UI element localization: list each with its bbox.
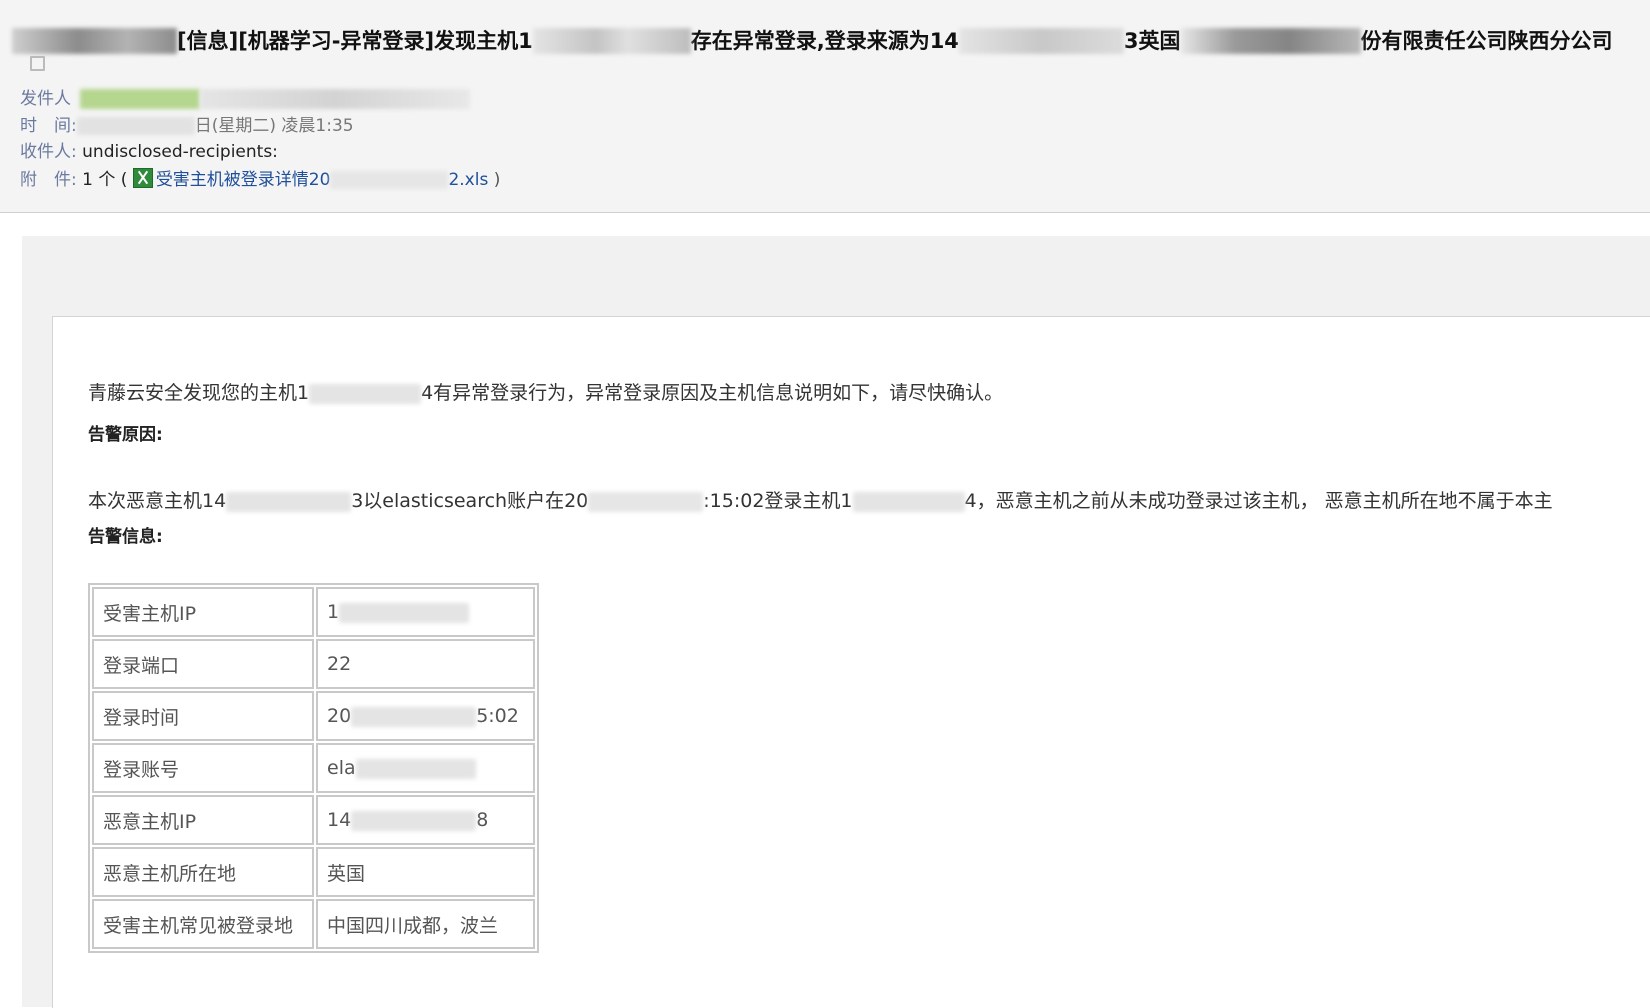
intro-suffix: 4有异常登录行为，异常登录原因及主机信息说明如下，请尽快确认。	[421, 382, 1004, 404]
time-row: 时 间: 日(星期二) 凌晨1:35	[20, 113, 354, 139]
excel-file-icon	[132, 168, 153, 188]
detail-part-4: 4，恶意主机之前从未成功登录过该主机， 恶意主机所在地不属于本主	[964, 490, 1553, 512]
alert-info-table: 受害主机IP 1 登录端口 22 登录时间 20 5:02 登录账号 ela 恶意主机IP 14 8 恶…	[88, 583, 539, 953]
intro-prefix: 青藤云安全发现您的主机1	[88, 382, 310, 404]
recipient-value: undisclosed-recipients:	[82, 142, 278, 162]
table-row: 登录账号 ela	[92, 743, 535, 793]
subject-part-4: 份有限责任公司陕西分公司	[1360, 29, 1613, 53]
redacted-sender[interactable]	[80, 89, 201, 109]
value-prefix: 1	[327, 601, 340, 623]
recipient-row: 收件人: undisclosed-recipients:	[20, 139, 278, 165]
table-row: 受害主机常见被登录地 中国四川成都，波兰	[92, 899, 535, 949]
redacted-login-date	[588, 491, 704, 512]
subject-part-2: 存在异常登录,登录来源为14	[690, 29, 959, 53]
alert-intro: 青藤云安全发现您的主机1 4有异常登录行为，异常登录原因及主机信息说明如下，请尽快…	[88, 378, 1003, 408]
redacted-malicious-ip	[226, 491, 352, 512]
reason-title: 告警原因:	[88, 425, 163, 445]
sender-row: 发件人	[20, 86, 471, 112]
sender-label: 发件人	[20, 89, 71, 109]
table-key-cell: 受害主机IP	[92, 587, 314, 637]
table-row: 恶意主机IP 14 8	[92, 795, 535, 845]
table-value-cell: 中国四川成都，波兰	[316, 899, 535, 949]
value-prefix: 20	[327, 705, 352, 727]
table-row: 登录端口 22	[92, 639, 535, 689]
value-prefix: 14	[327, 809, 352, 831]
redacted-value	[355, 758, 476, 779]
table-value-cell: 14 8	[316, 795, 535, 845]
redacted-source-ip	[958, 28, 1124, 54]
attachment-filename-suffix[interactable]: 2.xls	[448, 170, 488, 190]
table-value-cell: 1	[316, 587, 535, 637]
detail-part-3: :15:02登录主机1	[703, 490, 853, 512]
detail-part-2: 3以elasticsearch账户在20	[351, 490, 589, 512]
detail-part-1: 本次恶意主机14	[88, 490, 227, 512]
attachment-row: 附 件: 1 个 ( 受害主机被登录详情20 2.xls )	[20, 167, 500, 193]
info-title: 告警信息:	[88, 527, 163, 547]
value-prefix: 22	[327, 653, 352, 675]
table-key-cell: 登录账号	[92, 743, 314, 793]
time-label: 时 间:	[20, 116, 77, 136]
value-suffix: 5:02	[476, 705, 519, 727]
subject-part-1: [信息][机器学习-异常登录]发现主机1	[177, 29, 533, 53]
redacted-value	[351, 706, 477, 727]
redacted-value	[351, 810, 477, 831]
table-value-cell: 22	[316, 639, 535, 689]
table-row: 受害主机IP 1	[92, 587, 535, 637]
redacted-host-ip	[309, 383, 422, 404]
email-header: [信息][机器学习-异常登录]发现主机1 存在异常登录,登录来源为14 3英国 份有限…	[0, 0, 1650, 213]
attachment-close: )	[493, 170, 501, 190]
table-value-cell: 20 5:02	[316, 691, 535, 741]
time-value: 日(星期二) 凌晨1:35	[194, 116, 354, 136]
redacted-victim-ip	[852, 491, 965, 512]
table-key-cell: 登录端口	[92, 639, 314, 689]
redacted-sender-tag	[12, 28, 177, 54]
recipient-label: 收件人:	[20, 142, 77, 162]
attachment-link[interactable]: 受害主机被登录详情20 2.xls	[132, 168, 494, 190]
table-key-cell: 受害主机常见被登录地	[92, 899, 314, 949]
value-suffix: 8	[476, 809, 489, 831]
redacted-value	[339, 602, 470, 623]
value-prefix: 中国四川成都，波兰	[327, 914, 499, 937]
table-key-cell: 恶意主机IP	[92, 795, 314, 845]
table-row: 恶意主机所在地 英国	[92, 847, 535, 897]
redacted-company	[1180, 28, 1361, 54]
table-value-cell: 英国	[316, 847, 535, 897]
alert-detail: 本次恶意主机14 3以elasticsearch账户在20 :15:02登录主机1 4…	[88, 486, 1553, 516]
table-key-cell: 登录时间	[92, 691, 314, 741]
window-icon	[30, 56, 45, 71]
table-row: 登录时间 20 5:02	[92, 691, 535, 741]
value-prefix: 英国	[327, 862, 366, 885]
table-key-cell: 恶意主机所在地	[92, 847, 314, 897]
redacted-host-ip	[532, 28, 691, 54]
value-prefix: ela	[327, 757, 356, 779]
attachment-label: 附 件:	[20, 170, 77, 190]
attachment-count: 1 个 (	[82, 170, 128, 190]
redacted-file-date	[330, 171, 449, 189]
table-value-cell: ela	[316, 743, 535, 793]
redacted-date	[76, 117, 195, 135]
email-subject: [信息][机器学习-异常登录]发现主机1 存在异常登录,登录来源为14 3英国 份有限…	[12, 22, 1613, 58]
redacted-sender-address	[200, 89, 471, 109]
attachment-filename-prefix[interactable]: 受害主机被登录详情20	[156, 170, 331, 190]
subject-part-3: 3英国	[1123, 29, 1181, 53]
